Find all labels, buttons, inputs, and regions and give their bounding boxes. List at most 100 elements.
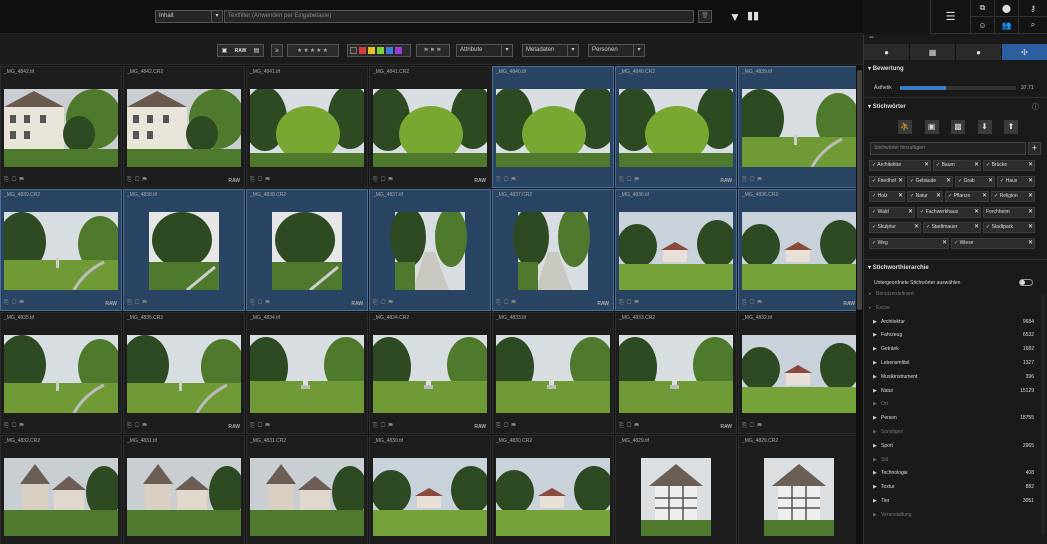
thumbnail-image[interactable]: [619, 458, 733, 538]
thumbnail-action-icons[interactable]: ⎘▢⚑: [619, 423, 642, 430]
thumbnail-action-icons[interactable]: ⎘▢⚑: [742, 177, 765, 184]
hierarchy-row[interactable]: ▶ Natur 15129: [866, 388, 1036, 402]
metadata-select[interactable]: Metadaten ▾: [522, 44, 579, 57]
remove-keyword-icon[interactable]: ✕: [898, 192, 903, 201]
tab-info[interactable]: ●: [864, 44, 910, 60]
keyword-tag[interactable]: ✓ Weg ✕: [869, 237, 949, 249]
thumbnail-action-icons[interactable]: ⎘▢⚑: [619, 300, 642, 307]
thumbnail-image[interactable]: [373, 212, 487, 292]
scope-select[interactable]: Inhalt ▾: [155, 10, 223, 23]
color-swatch-3[interactable]: [386, 47, 393, 54]
keyword-tag[interactable]: ✓ Holz ✕: [869, 191, 905, 202]
hierarchy-row[interactable]: ▶ Ort: [866, 401, 1036, 415]
search-icon[interactable]: ⌕: [1018, 17, 1047, 34]
keyword-tag[interactable]: ✓ Friedhof ✕: [869, 175, 905, 187]
attributes-select[interactable]: Attribute ▾: [456, 44, 513, 57]
thumbnail-action-icons[interactable]: ⎘▢⚑: [127, 300, 150, 307]
hierarchy-section-header[interactable]: ▾ Stichworthierarchie: [868, 264, 929, 271]
thumbnail-cell[interactable]: _MG_4839.tif ⎘▢⚑: [738, 66, 856, 188]
thumbnail-image[interactable]: [742, 212, 856, 292]
chart-icon[interactable]: ▮▮: [747, 9, 759, 22]
key-icon[interactable]: ⚷: [1018, 0, 1047, 17]
star-rating-filter[interactable]: ★★★★★: [287, 44, 339, 57]
expand-triangle-icon[interactable]: ▶: [873, 388, 877, 394]
thumbnail-action-icons[interactable]: ⎘▢⚑: [619, 177, 642, 184]
location-pin-icon[interactable]: ⬤: [994, 0, 1018, 17]
hierarchy-row[interactable]: ▸ Excire: [866, 305, 1036, 319]
expand-triangle-icon[interactable]: ▶: [873, 401, 877, 407]
thumbnail-cell[interactable]: _MG_4830.CR2 ⎘▢⚑RAW: [492, 435, 614, 544]
thumbnail-cell[interactable]: _MG_4837.tif ⎘▢⚑: [369, 189, 491, 311]
remove-keyword-icon[interactable]: ✕: [1028, 177, 1033, 186]
rating-comparator[interactable]: ≥: [271, 44, 283, 57]
thumbnail-image[interactable]: [4, 458, 118, 538]
thumbnail-image[interactable]: [373, 458, 487, 538]
thumbnail-image[interactable]: [250, 212, 364, 292]
add-keyword-button[interactable]: +: [1028, 142, 1041, 155]
expand-triangle-icon[interactable]: ▶: [873, 360, 877, 366]
thumbnail-image[interactable]: [742, 89, 856, 169]
thumbnail-image[interactable]: [127, 89, 241, 169]
thumbnail-cell[interactable]: _MG_4831.CR2 ⎘▢⚑RAW: [246, 435, 368, 544]
thumbnail-image[interactable]: [4, 89, 118, 169]
import-icon[interactable]: ⬇: [977, 120, 992, 134]
keyword-tag[interactable]: ✓ Natur ✕: [907, 191, 943, 202]
thumbnail-image[interactable]: [619, 212, 733, 292]
thumbnail-action-icons[interactable]: ⎘▢⚑: [4, 177, 27, 184]
thumbnail-image[interactable]: [250, 89, 364, 169]
hierarchy-row[interactable]: ▶ Fahrzeug 6532: [866, 332, 1036, 346]
hierarchy-row[interactable]: ▶ Tier 3051: [866, 498, 1036, 512]
hierarchy-row[interactable]: ▸ Benutzerdefiniert: [866, 291, 1036, 305]
filter-icon[interactable]: ▼: [729, 10, 741, 24]
remove-keyword-icon[interactable]: ✕: [1028, 208, 1033, 217]
thumbnail-action-icons[interactable]: ⎘▢⚑: [4, 423, 27, 430]
thumbnail-cell[interactable]: _MG_4831.tif ⎘▢⚑: [123, 435, 245, 544]
hierarchy-row[interactable]: ▶ Stil: [866, 457, 1036, 471]
keyword-tag[interactable]: ✓ Grab ✕: [955, 175, 995, 187]
thumbnail-cell[interactable]: _MG_4829.CR2 ⎘▢⚑RAW: [738, 435, 856, 544]
thumbnail-action-icons[interactable]: ⎘▢⚑: [127, 177, 150, 184]
thumbnail-image[interactable]: [619, 89, 733, 169]
copy-icon[interactable]: ⧉: [970, 0, 994, 17]
color-label-filter[interactable]: [347, 44, 411, 57]
raw-format-toggle[interactable]: RAW: [235, 48, 247, 54]
expand-triangle-icon[interactable]: ▶: [873, 498, 877, 504]
thumbnail-image[interactable]: [742, 458, 856, 538]
grid-scrollbar-thumb[interactable]: [857, 70, 862, 310]
thumbnail-cell[interactable]: _MG_4840.tif ⎘▢⚑: [492, 66, 614, 188]
expand-triangle-icon[interactable]: ▶: [873, 429, 877, 435]
thumbnail-cell[interactable]: _MG_4830.tif ⎘▢⚑: [369, 435, 491, 544]
keyword-tag[interactable]: ✓ Wiese ✕: [951, 237, 1035, 249]
thumbnail-image[interactable]: [619, 335, 733, 415]
hierarchy-row[interactable]: ▶ Musikinstrument 396: [866, 374, 1036, 388]
remove-keyword-icon[interactable]: ✕: [898, 177, 903, 186]
thumbnail-action-icons[interactable]: ⎘▢⚑: [742, 423, 765, 430]
thumbnail-cell[interactable]: _MG_4838.tif ⎘▢⚑: [123, 189, 245, 311]
keyword-tag[interactable]: ✓ Stadtpark ✕: [983, 222, 1035, 233]
keyword-tag[interactable]: Forchheim ✕: [983, 206, 1035, 218]
thumbnail-cell[interactable]: _MG_4833.tif ⎘▢⚑: [492, 312, 614, 434]
keyword-tag[interactable]: ✓ Fachwerkhaus ✕: [917, 206, 981, 218]
people-select[interactable]: Personen ▾: [588, 44, 645, 57]
thumbnail-action-icons[interactable]: ⎘▢⚑: [127, 423, 150, 430]
keyword-tag[interactable]: ✓ Religion ✕: [991, 191, 1035, 202]
expand-triangle-icon[interactable]: ▶: [873, 332, 877, 338]
thumbnail-action-icons[interactable]: ⎘▢⚑: [496, 177, 519, 184]
thumbnail-image[interactable]: [250, 335, 364, 415]
thumbnail-image[interactable]: [496, 458, 610, 538]
export-icon[interactable]: ⬆: [1004, 120, 1018, 134]
no-color-swatch[interactable]: [350, 47, 357, 54]
face-icon[interactable]: ☺: [970, 17, 994, 34]
frame-icon[interactable]: ▣: [924, 120, 939, 134]
keyword-tag[interactable]: ✓ Skulptur ✕: [869, 222, 921, 233]
thumbnail-cell[interactable]: _MG_4829.tif ⎘▢⚑: [615, 435, 737, 544]
keyword-tag[interactable]: ✓ Brücke ✕: [983, 160, 1035, 171]
expand-arrows-icon[interactable]: ⇔: [868, 34, 875, 41]
thumbnail-cell[interactable]: _MG_4840.CR2 ⎘▢⚑ RAW: [615, 66, 737, 188]
thumbnail-action-icons[interactable]: ⎘▢⚑: [373, 423, 396, 430]
thumbnail-action-icons[interactable]: ⎘▢⚑: [373, 177, 396, 184]
thumbnail-cell[interactable]: _MG_4841.tif ⎘▢⚑: [246, 66, 368, 188]
thumbnail-cell[interactable]: _MG_4842.CR2 ⎘▢⚑ RAW: [123, 66, 245, 188]
person-keyword-icon[interactable]: ⛹: [898, 120, 912, 134]
thumbnail-image[interactable]: [496, 212, 610, 292]
